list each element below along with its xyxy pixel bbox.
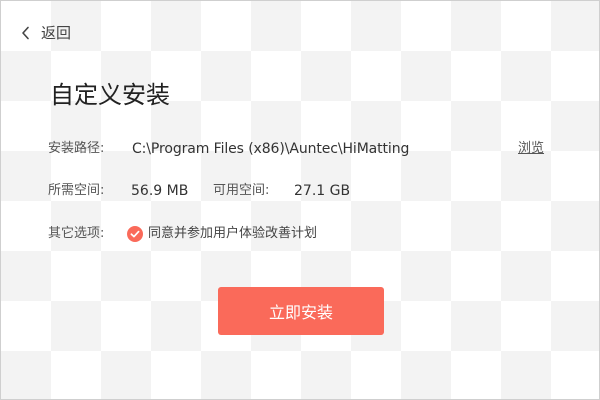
options-label: 其它选项:: [48, 226, 105, 241]
chevron-left-icon: [21, 22, 37, 44]
available-space-label: 可用空间:: [213, 183, 270, 198]
options-row: 其它选项: 同意并参加用户体验改善计划: [48, 224, 317, 244]
available-space-value: 27.1 GB: [294, 183, 351, 199]
install-path-value[interactable]: C:\Program Files (x86)\Auntec\HiMatting: [132, 139, 409, 159]
required-space-value: 56.9 MB: [131, 183, 189, 199]
installer-window: 返回 自定义安装 安装路径: C:\Program Files (x86)\Au…: [0, 0, 600, 400]
ux-program-label: 同意并参加用户体验改善计划: [148, 226, 318, 241]
space-row: 所需空间: 56.9 MB 可用空间: 27.1 GB: [48, 181, 350, 201]
required-space-label: 所需空间:: [48, 183, 105, 198]
install-path-row: 安装路径: C:\Program Files (x86)\Auntec\HiMa…: [48, 139, 544, 159]
page-title: 自定义安装: [50, 81, 170, 109]
install-now-button[interactable]: 立即安装: [218, 287, 384, 335]
back-button[interactable]: 返回: [21, 22, 71, 44]
install-path-label: 安装路径:: [48, 141, 105, 156]
browse-link[interactable]: 浏览: [518, 139, 544, 159]
ux-program-checkbox[interactable]: 同意并参加用户体验改善计划: [127, 224, 317, 244]
back-label: 返回: [41, 24, 72, 42]
check-circle-icon: [127, 226, 143, 242]
